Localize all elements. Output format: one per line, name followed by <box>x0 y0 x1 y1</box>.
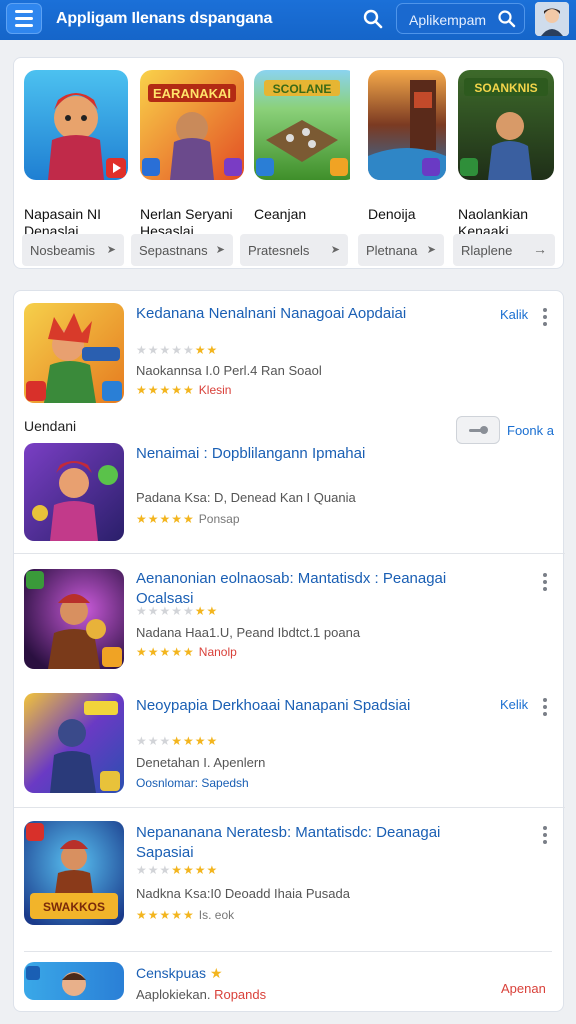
app-meta-text: Aaplokiekan. <box>136 987 211 1002</box>
arrow-right-icon: → <box>533 241 547 257</box>
featured-chip[interactable]: Pletnana ➤ <box>358 234 444 266</box>
featured-chip[interactable]: Pratesnels ➤ <box>240 234 348 266</box>
svg-text:EARANAKAI: EARANAKAI <box>153 86 231 101</box>
app-title-text: Censkpuas <box>136 965 207 981</box>
app-tag: Oosnlomar: Sapedsh <box>136 776 249 790</box>
app-thumbnail[interactable]: SWAKKOS <box>24 821 124 925</box>
app-icon-farm[interactable]: SCOLANE <box>254 70 358 180</box>
toggle-switch[interactable] <box>456 416 500 444</box>
featured-chip-label: Nosbeamis <box>30 243 96 258</box>
section-label: Uendani <box>24 418 77 434</box>
divider <box>14 553 565 554</box>
search-input-text: Aplikempam <box>409 12 487 28</box>
rating-row: ★★★★★ Ponsap <box>136 512 240 526</box>
open-link[interactable]: Apenan <box>501 981 546 996</box>
install-link[interactable]: Kelik <box>500 697 528 712</box>
app-title[interactable]: Nenaimai : Dopblilangann Ipmahai <box>136 444 476 464</box>
divider <box>14 807 565 808</box>
app-thumbnail[interactable] <box>24 303 124 403</box>
app-meta: Nadana Haa1.U, Peand Ibdtct.1 poana <box>136 625 361 640</box>
hamburger-menu-button[interactable] <box>6 3 42 34</box>
rating-row: ★★★★★ Nanolp <box>136 645 237 659</box>
divider <box>24 951 552 952</box>
app-thumbnail[interactable] <box>24 693 124 793</box>
app-tag: Ponsap <box>198 512 240 526</box>
play-arrow-icon: ➤ <box>106 244 116 256</box>
star-icon: ★ <box>209 965 223 981</box>
app-title[interactable]: Kedanana Nenalnani Nanagoai Aopdaiai <box>136 304 476 324</box>
app-icon-adventure[interactable]: SOANKNIS <box>458 70 554 180</box>
app-title[interactable]: Neoypapia Derkhoaai Nanapani Spadsiai <box>136 696 476 716</box>
app-meta: Naokannsa I.0 Perl.4 Ran Soaol <box>136 363 322 378</box>
app-thumbnail[interactable] <box>24 962 124 1000</box>
featured-chip[interactable]: Nosbeamis ➤ <box>22 234 124 266</box>
search-input[interactable]: Aplikempam <box>396 3 525 34</box>
play-arrow-icon: ➤ <box>426 244 436 256</box>
svg-text:SOANKNIS: SOANKNIS <box>474 81 537 95</box>
featured-chip[interactable]: Rlaplene → <box>453 234 555 266</box>
featured-chip[interactable]: Sepastnans ➤ <box>131 234 233 266</box>
app-title[interactable]: Censkpuas ★ <box>136 963 476 983</box>
user-avatar[interactable] <box>535 2 569 36</box>
app-list-card: Kedanana Nenalnani Nanagoai Aopdaiai ★★★… <box>13 290 565 1012</box>
app-tag: Nanolp <box>198 645 237 659</box>
rating-row: ★★★★★ Klesin <box>136 383 232 397</box>
app-thumbnail[interactable] <box>24 443 124 541</box>
app-icon-castle[interactable] <box>368 70 446 180</box>
app-meta: Nadkna Ksa:I0 Deoadd Ihaia Pusada <box>136 886 350 901</box>
featured-chip-label: Pletnana <box>366 243 418 258</box>
rating-row: ★★★★★ Is. eok <box>136 908 235 922</box>
app-meta: Padana Ksa: D, Denead Kan I Quania <box>136 490 356 505</box>
app-tag: Klesin <box>198 383 232 397</box>
featured-chip-label: Sepastnans <box>139 243 208 258</box>
svg-text:SWAKKOS: SWAKKOS <box>43 900 105 914</box>
app-icon-warrior[interactable]: EARANAKAI <box>140 70 244 180</box>
app-tag: Is. eok <box>198 908 235 922</box>
play-arrow-icon: ➤ <box>330 244 340 256</box>
app-thumbnail[interactable] <box>24 569 124 669</box>
app-title[interactable]: Aenanonian eolnaosab: Mantatisdx : Peana… <box>136 569 476 609</box>
star-rating: ★★★★★★★ <box>136 863 219 877</box>
star-rating: ★★★★★★★ <box>136 604 219 618</box>
search-submit-icon[interactable] <box>497 9 517 29</box>
app-tag: Ropands <box>214 987 267 1002</box>
app-meta: Aaplokiekan. Ropands <box>136 987 266 1002</box>
featured-chip-label: Rlaplene <box>461 243 513 258</box>
app-meta: Denetahan I. Apenlern <box>136 755 266 770</box>
svg-text:SCOLANE: SCOLANE <box>273 82 332 96</box>
rating-row: Oosnlomar: Sapedsh <box>136 776 249 790</box>
star-rating: ★★★★★★★ <box>136 734 219 748</box>
install-link[interactable]: Kalik <box>500 307 528 322</box>
star-rating: ★★★★★★★ <box>136 343 219 357</box>
app-icon-hero[interactable] <box>24 70 128 180</box>
app-title[interactable]: Nepananana Neratesb: Mantatisdc: Deanaga… <box>136 823 476 863</box>
featured-apps-card: Napasain NI Denaslai Nosbeamis ➤ EARANAKA… <box>13 57 564 269</box>
play-arrow-icon: ➤ <box>215 244 225 256</box>
toggle-label[interactable]: Foonk a <box>507 423 554 438</box>
more-options-icon[interactable] <box>542 308 548 326</box>
app-title: Appligam Ilenans dspangana <box>56 10 273 27</box>
search-icon[interactable] <box>362 8 384 30</box>
more-options-icon[interactable] <box>542 698 548 716</box>
more-options-icon[interactable] <box>542 826 548 844</box>
more-options-icon[interactable] <box>542 573 548 591</box>
top-app-bar: Appligam Ilenans dspangana Aplikempam <box>0 0 576 40</box>
featured-app-name: Ceanjan <box>254 206 307 222</box>
featured-chip-label: Pratesnels <box>248 243 310 258</box>
